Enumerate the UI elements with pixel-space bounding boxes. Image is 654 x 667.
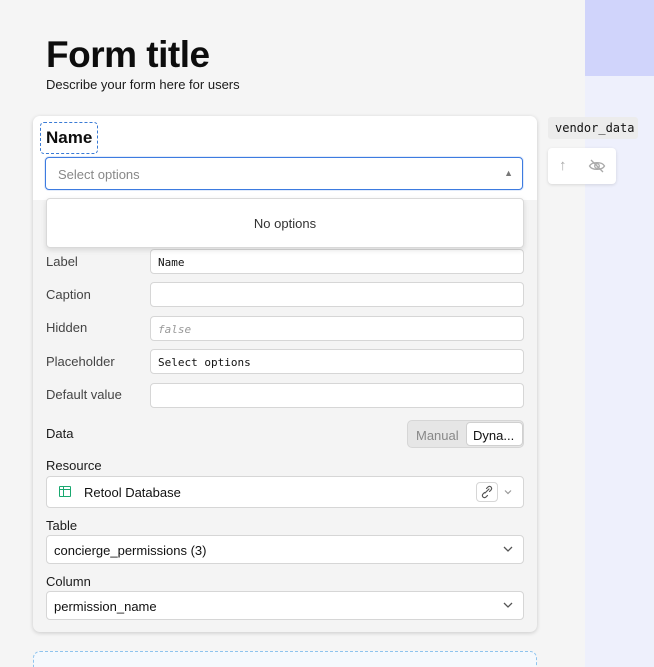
- chevron-up-icon: ▲: [504, 168, 513, 178]
- data-mode-toggle[interactable]: Manual Dyna...: [407, 420, 524, 448]
- select-options-input[interactable]: Select options ▲: [45, 157, 523, 190]
- resource-label: Resource: [46, 458, 102, 473]
- data-mode-dynamic[interactable]: Dyna...: [466, 422, 523, 446]
- placeholder-input[interactable]: Select options: [150, 349, 524, 374]
- form-title[interactable]: Form title: [46, 34, 210, 76]
- label-input[interactable]: Name: [150, 249, 524, 274]
- placeholder-row-label: Placeholder: [46, 354, 115, 369]
- column-value: permission_name: [54, 599, 157, 614]
- table-value: concierge_permissions (3): [54, 543, 207, 558]
- chevron-down-icon: [503, 602, 513, 608]
- field-toolbar: ↑: [548, 148, 616, 184]
- chevron-down-icon: [503, 546, 513, 552]
- link-icon[interactable]: [476, 482, 498, 502]
- resource-value: Retool Database: [84, 485, 181, 500]
- field-preview: Name Select options ▲: [33, 116, 537, 200]
- eye-off-icon[interactable]: [588, 158, 606, 174]
- select-options-dropdown: No options: [46, 198, 524, 248]
- label-row-label: Label: [46, 254, 78, 269]
- side-panel-header: [585, 0, 654, 76]
- hidden-input[interactable]: false: [150, 316, 524, 341]
- next-field-drop-zone[interactable]: [33, 651, 537, 667]
- data-mode-manual[interactable]: Manual: [416, 428, 459, 443]
- table-select[interactable]: concierge_permissions (3): [46, 535, 524, 564]
- select-placeholder: Select options: [58, 167, 140, 182]
- caption-input[interactable]: [150, 282, 524, 307]
- vendor-data-tag[interactable]: vendor_data: [548, 117, 638, 139]
- table-label: Table: [46, 518, 78, 533]
- resource-select[interactable]: Retool Database: [46, 476, 524, 508]
- column-select[interactable]: permission_name: [46, 591, 524, 620]
- arrow-up-icon[interactable]: ↑: [559, 157, 567, 174]
- default-value-input[interactable]: [150, 383, 524, 408]
- default-value-row-label: Default value: [46, 387, 122, 402]
- form-description[interactable]: Describe your form here for users: [46, 77, 240, 92]
- hidden-row-label: Hidden: [46, 320, 88, 335]
- no-options-text: No options: [253, 216, 317, 231]
- chevron-down-icon: [504, 490, 512, 495]
- column-label: Column: [46, 574, 91, 589]
- field-name-label[interactable]: Name: [40, 122, 99, 154]
- table-icon: [59, 486, 71, 497]
- caption-row-label: Caption: [46, 287, 91, 302]
- data-label: Data: [46, 426, 74, 441]
- field-inspector-card: Name Select options ▲ Label Name Caption…: [33, 116, 537, 632]
